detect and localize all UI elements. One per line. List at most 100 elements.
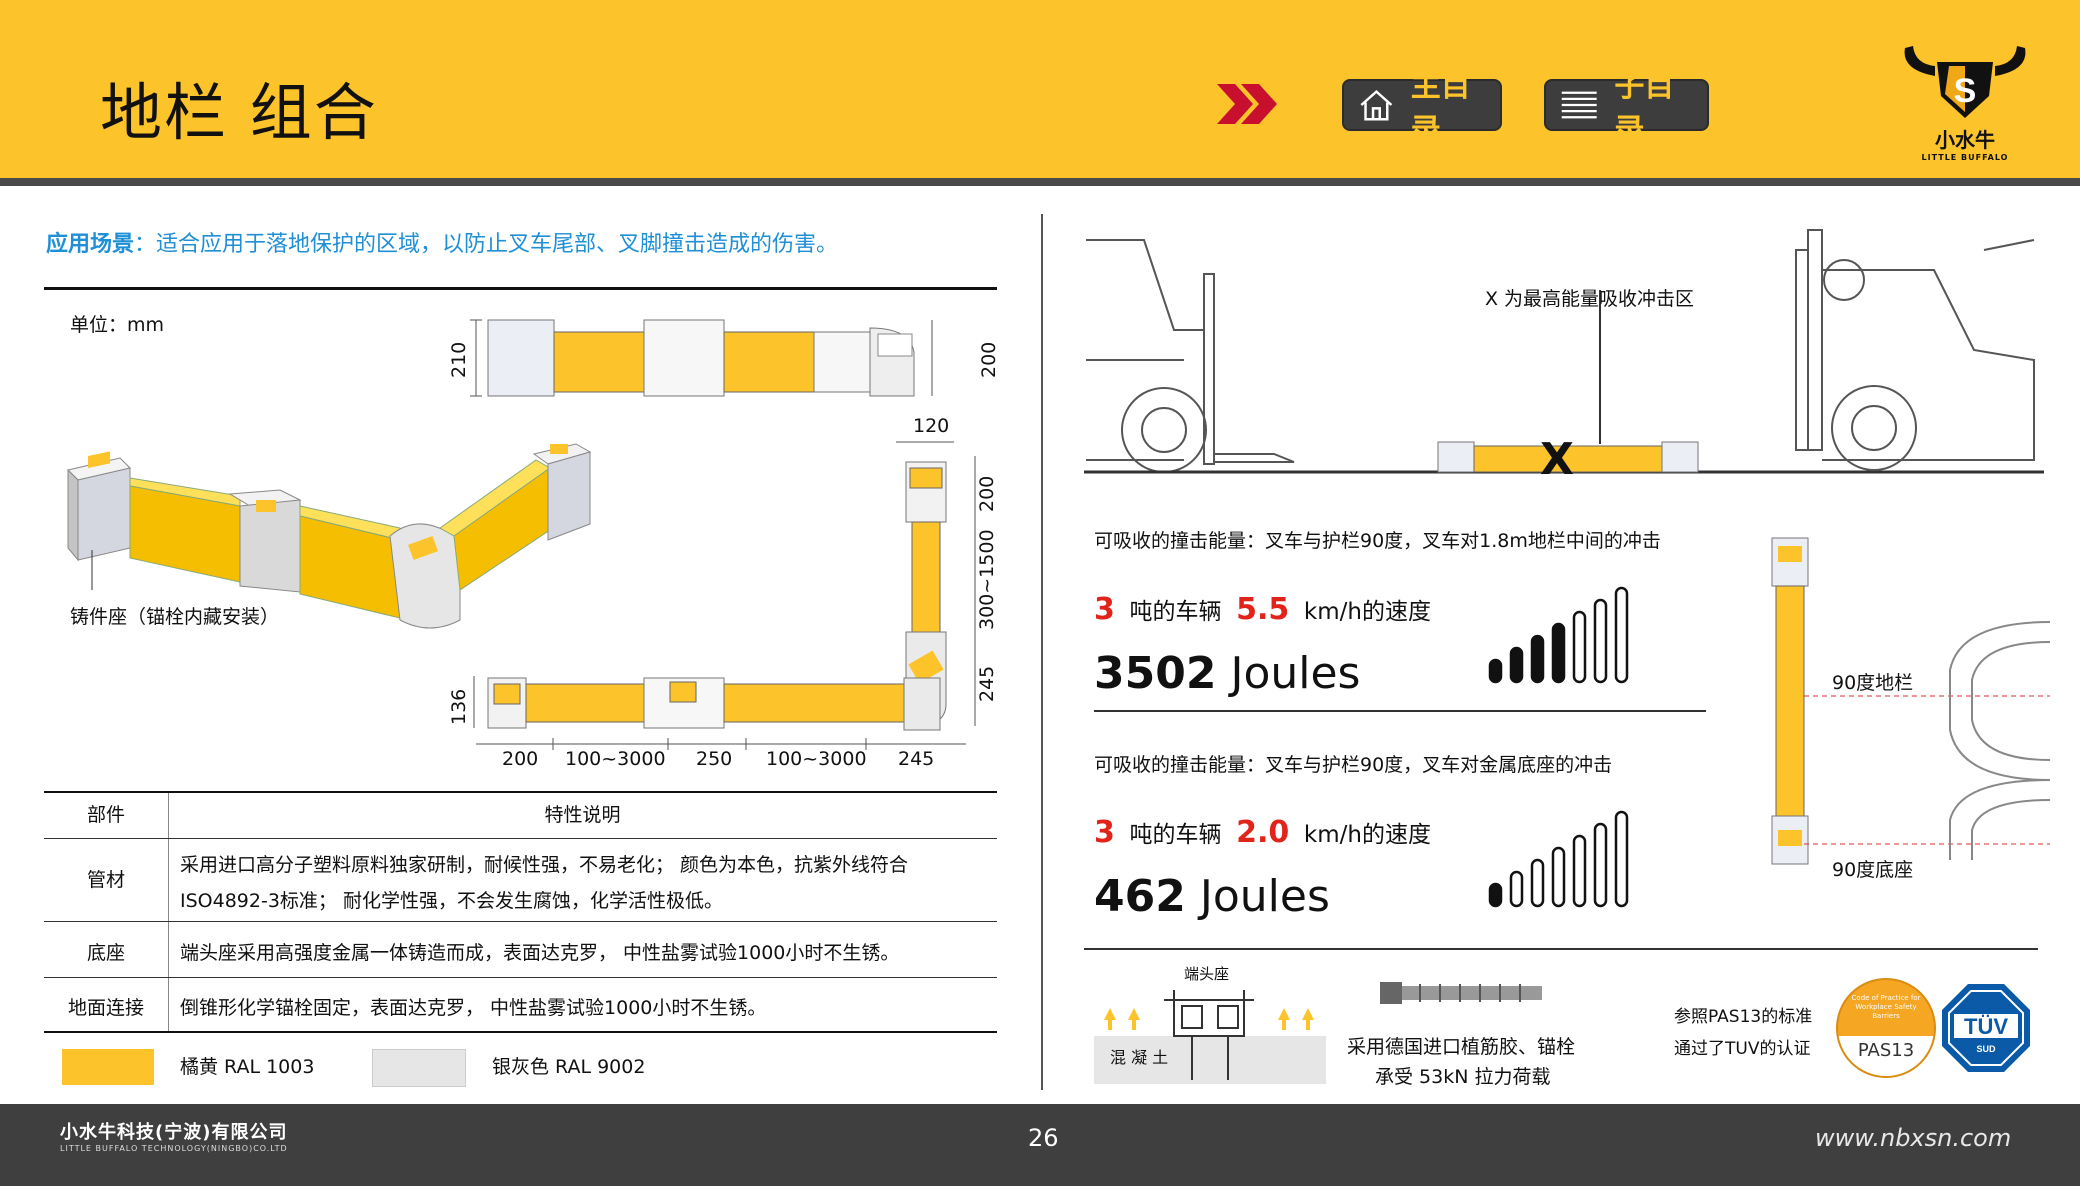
swatch-orange-label: 橘黄 RAL 1003 — [180, 1056, 315, 1078]
joules-unit-2: Joules — [1199, 871, 1330, 922]
footer-company-name-en: LITTLE BUFFALO TECHNOLOGY(NINGBO)CO.LTD — [60, 1144, 288, 1153]
svg-text:SUD: SUD — [1976, 1044, 1996, 1054]
main-menu-label: 主目录 — [1410, 69, 1471, 148]
table-top-rule — [44, 791, 997, 793]
table-bottom-rule — [44, 1031, 997, 1033]
application-description: ：适合应用于落地保护的区域，以防止叉车尾部、叉脚撞击造成的伤害。 — [134, 232, 839, 257]
pas13-text-1: 参照PAS13的标准 — [1674, 1007, 1813, 1027]
anchor-bolt-icon — [1380, 982, 1542, 1004]
home-icon — [1360, 89, 1393, 121]
sub-menu-button[interactable]: 子目录 — [1544, 69, 1709, 148]
energy-bar — [1509, 870, 1524, 908]
logo-cn-text: 小水牛 — [1935, 128, 1995, 152]
joules-2: 462 Joules — [1094, 871, 1330, 922]
logo-en-text: LITTLE BUFFALO — [1921, 153, 2009, 162]
energy-bar — [1572, 610, 1587, 684]
svg-text:TÜV: TÜV — [1964, 1014, 2008, 1039]
joules-unit-1: Joules — [1230, 648, 1361, 699]
end-seat-label: 端头座 — [1184, 965, 1230, 983]
table-header-desc: 特性说明 — [544, 804, 621, 826]
casting-leader-line — [91, 550, 93, 590]
table-row-desc: 采用进口高分子塑料原料独家研制，耐候性强，不易老化； 颜色为本色，抗紫外线符合 — [180, 854, 909, 876]
pas13-badge-caption: Code of Practice for Workplace Safety Ba… — [1851, 994, 1921, 1020]
energy-condition-1: 可吸收的撞击能量：叉车与护栏90度，叉车对1.8m地栏中间的冲击 — [1094, 530, 1661, 552]
page-title: 地栏 组合 — [100, 76, 378, 149]
tuv-badge-icon: TÜV SUD — [1942, 984, 2030, 1072]
table-rule — [44, 977, 997, 978]
list-icon — [1561, 91, 1597, 119]
section-divider — [44, 287, 997, 290]
main-menu-button[interactable]: 主目录 — [1342, 69, 1502, 148]
unit-label: 单位：mm — [70, 314, 165, 336]
ton-value-1: 3 — [1094, 592, 1115, 627]
application-label: 应用场景 — [46, 232, 135, 257]
bottom-divider — [1084, 948, 2038, 950]
dim-bottom-seg-4: 245 — [898, 748, 935, 770]
table-rule — [44, 921, 997, 922]
footer-company-name: 小水牛科技(宁波)有限公司 — [60, 1122, 288, 1143]
energy-bar — [1530, 858, 1545, 908]
buffalo-logo-icon: S — [1904, 46, 2026, 118]
svg-text:S: S — [1954, 72, 1977, 110]
panel-divider — [1041, 214, 1043, 1090]
energy-spec-2: 3 吨的车辆 2.0 km/h的速度 — [1094, 815, 1431, 850]
page-number: 26 — [1028, 1124, 1059, 1152]
company-logo: S 小水牛 LITTLE BUFFALO — [1895, 40, 2035, 165]
table-header-part: 部件 — [86, 804, 125, 826]
energy-bar — [1593, 598, 1608, 684]
dim-top-height-left: 210 — [448, 341, 470, 378]
energy-condition-2: 可吸收的撞击能量：叉车与护栏90度，叉车对金属底座的冲击 — [1094, 754, 1613, 776]
speed-unit-1: km/h的速度 — [1303, 599, 1431, 625]
dim-right-width: 120 — [913, 415, 950, 437]
energy-bar — [1488, 658, 1503, 684]
application-scenario: 应用场景：适合应用于落地保护的区域，以防止叉车尾部、叉脚撞击造成的伤害。 — [46, 226, 838, 258]
header-divider — [0, 178, 2080, 186]
ton-value-2: 3 — [1094, 815, 1115, 850]
energy-bar — [1551, 622, 1566, 684]
speed-value-1: 5.5 — [1236, 592, 1290, 627]
energy-bar — [1572, 834, 1587, 908]
bottom-view-drawing — [473, 676, 941, 731]
dim-bottom-seg-1: 100~3000 — [565, 748, 666, 770]
dim-bottom-height: 136 — [448, 688, 470, 725]
table-row-part: 管材 — [86, 869, 125, 891]
table-row-desc: 倒锥形化学锚栓固定，表面达克罗， 中性盐雾试验1000小时不生锈。 — [180, 997, 767, 1019]
side-label-rail: 90度地栏 — [1832, 672, 1914, 694]
pas13-text-2: 通过了TUV的认证 — [1674, 1039, 1811, 1059]
table-row-part: 地面连接 — [67, 997, 144, 1019]
sub-menu-label: 子目录 — [1614, 69, 1675, 148]
side-impact-illustration — [1771, 537, 2051, 865]
speed-value-2: 2.0 — [1236, 815, 1290, 850]
impact-x-mark: X — [1540, 434, 1574, 485]
energy-spec-1: 3 吨的车辆 5.5 km/h的速度 — [1094, 592, 1431, 627]
anchor-text-1: 采用德国进口植筋胶、锚栓 — [1347, 1036, 1576, 1058]
footer-website-link[interactable]: www.nbxsn.com — [1815, 1124, 2011, 1152]
energy-bar — [1614, 586, 1629, 684]
table-row-desc: 端头座采用高强度金属一体铸造而成，表面达克罗， 中性盐雾试验1000小时不生锈。 — [180, 942, 900, 964]
impact-zone-label: X 为最高能量吸收冲击区 — [1485, 288, 1695, 310]
top-view-drawing — [470, 319, 933, 397]
energy-bar — [1488, 882, 1503, 908]
energy-level-icon-1 — [1488, 586, 1629, 684]
dim-bottom-seg-0: 200 — [502, 748, 539, 770]
swatch-silver — [372, 1049, 466, 1087]
swatch-silver-label: 银灰色 RAL 9002 — [492, 1056, 646, 1078]
casting-label: 铸件座（锚栓内藏安装） — [70, 606, 280, 628]
energy-level-icon-2 — [1488, 810, 1629, 908]
ton-unit-1: 吨的车辆 — [1129, 599, 1222, 625]
speed-unit-2: km/h的速度 — [1303, 822, 1431, 848]
energy-bar — [1614, 810, 1629, 908]
side-label-base: 90度底座 — [1832, 859, 1914, 881]
concrete-label: 混 凝 土 — [1110, 1048, 1169, 1067]
joules-value-1: 3502 — [1094, 648, 1217, 699]
table-row-part: 底座 — [86, 942, 125, 964]
energy-bar — [1530, 634, 1545, 684]
swatch-orange — [62, 1049, 154, 1085]
dim-bottom-seg-2: 250 — [696, 748, 733, 770]
double-chevron-icon — [1217, 84, 1277, 124]
dim-bottom-seg-3: 100~3000 — [766, 748, 867, 770]
table-row-desc: ISO4892-3标准； 耐化学性强，不会发生腐蚀，化学活性极低。 — [180, 890, 723, 912]
pas13-badge-label: PAS13 — [1857, 1040, 1915, 1061]
ton-unit-2: 吨的车辆 — [1129, 822, 1222, 848]
joules-1: 3502 Joules — [1094, 648, 1360, 699]
